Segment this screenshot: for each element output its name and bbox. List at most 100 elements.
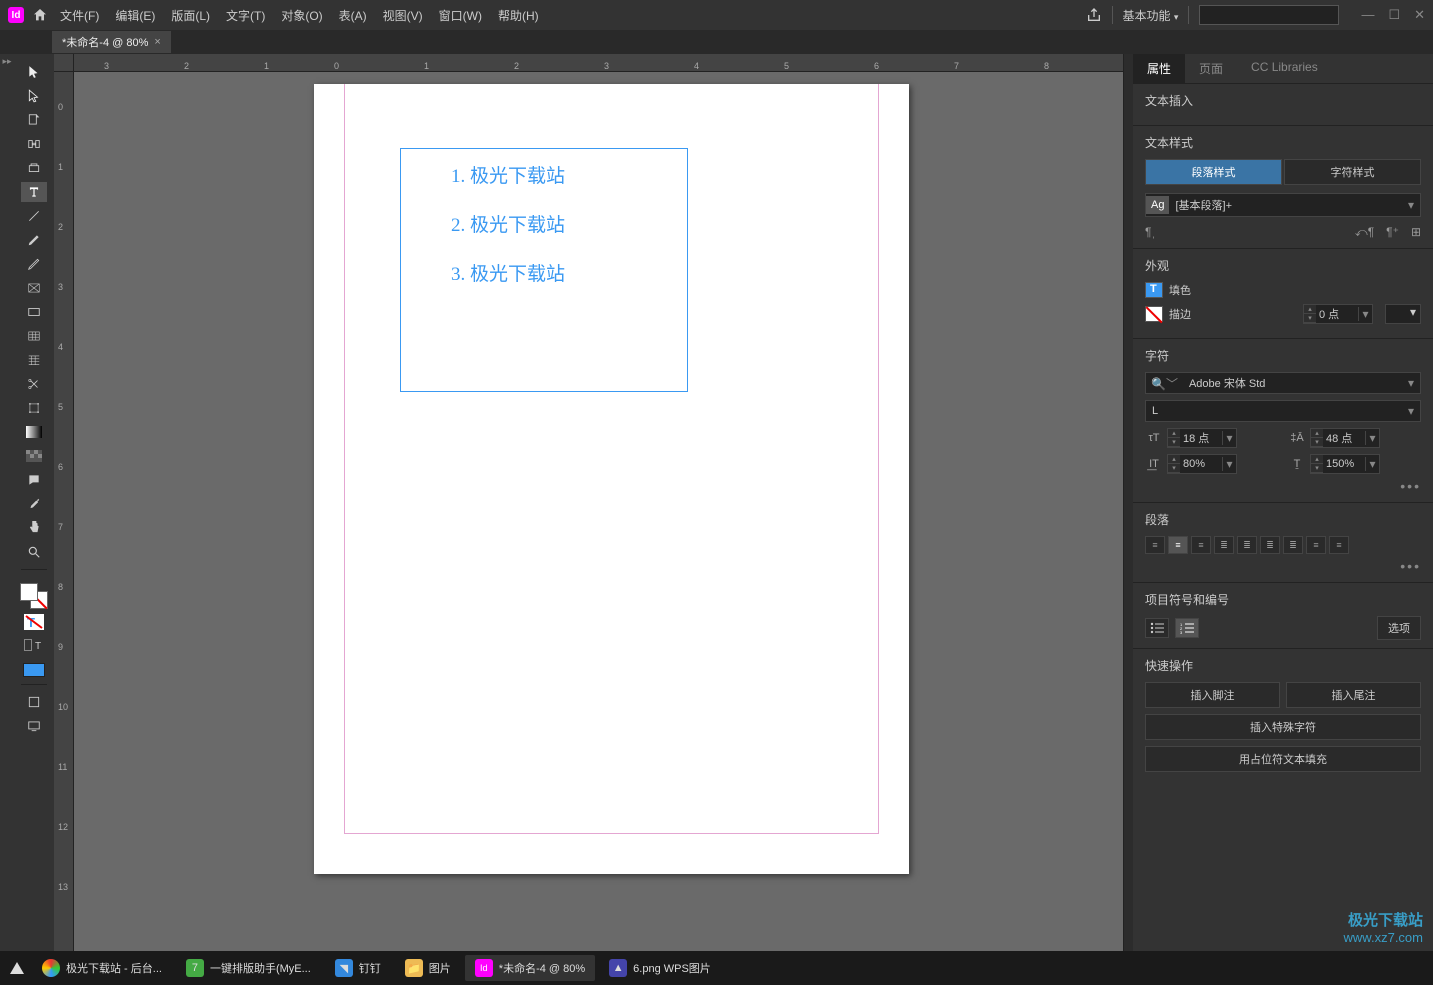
search-icon[interactable]: 🔍﹀	[1146, 375, 1183, 392]
new-style-icon[interactable]: ⤺¶	[1355, 225, 1374, 240]
gap-tool-icon[interactable]	[21, 134, 47, 154]
stroke-weight-input[interactable]: ▴▾ ▾	[1303, 304, 1373, 324]
menu-window[interactable]: 窗口(W)	[439, 7, 482, 24]
bulleted-list-icon[interactable]	[1145, 618, 1169, 638]
right-dock-strip[interactable]	[1123, 54, 1133, 951]
horizontal-ruler[interactable]: 321 012 345 678 91011	[74, 54, 1123, 72]
gradient-swatch-tool-icon[interactable]	[21, 422, 47, 442]
vscale-field[interactable]	[1180, 458, 1222, 470]
taskbar-item[interactable]: Id*未命名-4 @ 80%	[465, 955, 595, 981]
taskbar-item[interactable]: 📁图片	[395, 955, 461, 981]
pencil-tool-icon[interactable]	[21, 254, 47, 274]
share-icon[interactable]	[1086, 7, 1102, 23]
type-tool-icon[interactable]	[21, 182, 47, 202]
table-tool-icon[interactable]	[21, 326, 47, 346]
ruler-origin[interactable]	[54, 54, 74, 72]
hand-tool-icon[interactable]	[21, 518, 47, 538]
font-size-input[interactable]: ▴▾▾	[1167, 428, 1237, 448]
rectangle-frame-tool-icon[interactable]	[21, 278, 47, 298]
menu-edit[interactable]: 编辑(E)	[115, 7, 155, 24]
vscale-input[interactable]: ▴▾▾	[1167, 454, 1237, 474]
align-toward-spine-icon[interactable]: ≡	[1329, 536, 1349, 554]
style-dropdown[interactable]: Ag [基本段落]+ ▾	[1145, 193, 1421, 217]
chevron-down-icon[interactable]: ▾	[1402, 404, 1420, 418]
gradient-feather-tool-icon[interactable]	[21, 446, 47, 466]
close-button[interactable]: ✕	[1414, 7, 1425, 23]
chevron-down-icon[interactable]: ▾	[1402, 198, 1420, 212]
note-tool-icon[interactable]	[21, 470, 47, 490]
hscale-input[interactable]: ▴▾▾	[1310, 454, 1380, 474]
close-tab-icon[interactable]: ×	[154, 36, 160, 48]
fill-swatch[interactable]: T	[1145, 282, 1163, 298]
leading-field[interactable]	[1323, 432, 1365, 444]
align-away-spine-icon[interactable]: ≡	[1306, 536, 1326, 554]
rectangle-tool-icon[interactable]	[21, 302, 47, 322]
clear-override-icon[interactable]: ¶⁺	[1386, 225, 1399, 240]
table-cell-tool-icon[interactable]	[21, 350, 47, 370]
home-icon[interactable]	[32, 7, 48, 23]
font-size-field[interactable]	[1180, 432, 1222, 444]
maximize-button[interactable]: ☐	[1388, 7, 1400, 23]
tab-cc-libraries[interactable]: CC Libraries	[1237, 54, 1332, 83]
menu-text[interactable]: 文字(T)	[226, 7, 265, 24]
step-down-icon[interactable]: ▾	[1304, 314, 1316, 323]
vertical-ruler[interactable]: 012 345 678 91011 1213	[54, 72, 74, 951]
taskbar-item[interactable]: ◥钉钉	[325, 955, 391, 981]
options-button[interactable]: 选项	[1377, 616, 1421, 640]
document-tab[interactable]: *未命名-4 @ 80% ×	[52, 31, 171, 53]
create-style-icon[interactable]: ⊞	[1411, 225, 1421, 240]
line-tool-icon[interactable]	[21, 206, 47, 226]
page-tool-icon[interactable]	[21, 110, 47, 130]
chevron-down-icon[interactable]: ▾	[1402, 376, 1420, 390]
font-style-field[interactable]	[1146, 405, 1402, 417]
hscale-field[interactable]	[1323, 458, 1365, 470]
menu-table[interactable]: 表(A)	[339, 7, 367, 24]
tab-pages[interactable]: 页面	[1185, 54, 1237, 83]
free-transform-tool-icon[interactable]	[21, 398, 47, 418]
menu-file[interactable]: 文件(F)	[60, 7, 99, 24]
zoom-tool-icon[interactable]	[21, 542, 47, 562]
menu-help[interactable]: 帮助(H)	[498, 7, 539, 24]
stroke-swatch[interactable]	[1145, 306, 1163, 322]
canvas[interactable]: 321 012 345 678 91011 012 345 678 91011 …	[54, 54, 1123, 951]
step-up-icon[interactable]: ▴	[1304, 305, 1316, 314]
more-options-icon[interactable]: •••	[1145, 478, 1421, 494]
justify-left-icon[interactable]: ≣	[1214, 536, 1234, 554]
start-button-icon[interactable]	[6, 957, 28, 979]
justify-all-icon[interactable]: ≣	[1283, 536, 1303, 554]
search-input[interactable]	[1199, 5, 1339, 25]
numbered-list-icon[interactable]: 123	[1175, 618, 1199, 638]
paragraph-style-tab[interactable]: 段落样式	[1145, 159, 1282, 185]
view-mode-icon[interactable]	[21, 692, 47, 712]
selection-tool-icon[interactable]	[21, 62, 47, 82]
insert-footnote-button[interactable]: 插入脚注	[1145, 682, 1280, 708]
workspace-switcher[interactable]: 基本功能 ▾	[1123, 7, 1179, 24]
pilcrow-icon[interactable]: ¶ˌ	[1145, 225, 1155, 240]
tab-properties[interactable]: 属性	[1133, 54, 1185, 83]
character-style-tab[interactable]: 字符样式	[1284, 159, 1421, 185]
menu-view[interactable]: 视图(V)	[383, 7, 423, 24]
fill-placeholder-button[interactable]: 用占位符文本填充	[1145, 746, 1421, 772]
menu-object[interactable]: 对象(O)	[281, 7, 322, 24]
font-style-dropdown[interactable]: ▾	[1145, 400, 1421, 422]
text-frame[interactable]: 1. 极光下载站 2. 极光下载站 3. 极光下载站	[400, 148, 688, 392]
apply-none-icon[interactable]: T	[21, 635, 47, 655]
insert-special-char-button[interactable]: 插入特殊字符	[1145, 714, 1421, 740]
screen-mode-icon[interactable]	[21, 716, 47, 736]
content-collector-tool-icon[interactable]	[21, 158, 47, 178]
align-center-icon[interactable]: ≡	[1168, 536, 1188, 554]
fill-stroke-swatch[interactable]	[20, 583, 48, 609]
leading-input[interactable]: ▴▾▾	[1310, 428, 1380, 448]
minimize-button[interactable]: —	[1361, 7, 1374, 23]
scissors-tool-icon[interactable]	[21, 374, 47, 394]
taskbar-item[interactable]: 极光下载站 - 后台...	[32, 955, 172, 981]
font-family-field[interactable]	[1183, 377, 1402, 389]
more-options-icon[interactable]: •••	[1145, 558, 1421, 574]
align-right-icon[interactable]: ≡	[1191, 536, 1211, 554]
pen-tool-icon[interactable]	[21, 230, 47, 250]
taskbar-item[interactable]: ▲6.png WPS图片	[599, 955, 721, 981]
stroke-weight-field[interactable]	[1316, 308, 1358, 320]
menu-layout[interactable]: 版面(L)	[171, 7, 210, 24]
font-family-dropdown[interactable]: 🔍﹀ ▾	[1145, 372, 1421, 394]
default-fill-swatch[interactable]	[23, 663, 45, 677]
